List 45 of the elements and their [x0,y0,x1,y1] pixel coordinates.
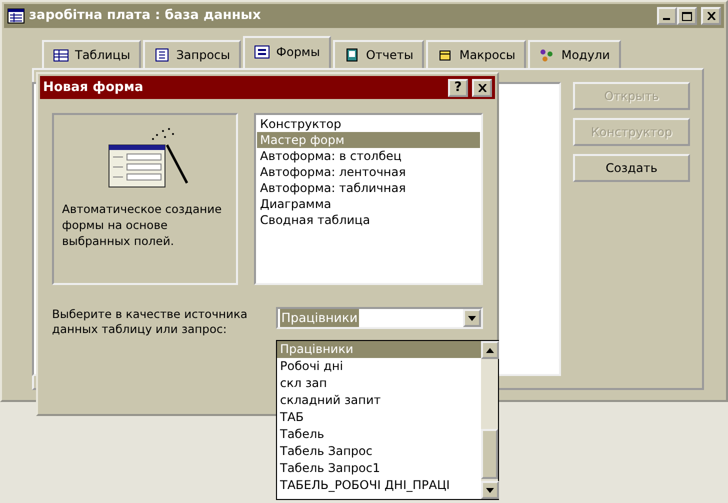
folder-icon [437,48,454,62]
minimize-button[interactable] [657,7,677,25]
database-icon [7,8,25,24]
source-label: Выберите в качестве источника данных таблицу или запрос: [52,307,248,337]
list-item[interactable]: Автоформа: ленточная [257,164,480,180]
dropdown-item[interactable]: складний запит [277,392,481,409]
tab[interactable]: Модули [528,40,621,68]
dropdown-item[interactable]: Табель Запрос1 [277,460,481,477]
dropdown-item[interactable]: ТАБ [277,409,481,426]
close-button[interactable] [701,7,721,25]
modules-icon [539,48,556,62]
form-icon [254,45,270,59]
tab[interactable]: Отчеты [332,40,424,68]
tab[interactable]: Макросы [426,40,526,68]
scroll-down-icon[interactable] [481,481,499,499]
tab[interactable]: Запросы [143,40,242,68]
scroll-thumb[interactable] [481,429,498,479]
close-icon [478,84,486,92]
close-icon [706,12,716,20]
close-button[interactable] [472,78,492,96]
action-button[interactable]: Создать [573,154,690,182]
maximize-icon [682,12,692,20]
window-title: заробітна плата : база данных [29,7,261,26]
dialog-title: Новая форма [43,78,144,97]
list-item[interactable]: Автоформа: табличная [257,180,480,196]
tab[interactable]: Таблицы [42,40,142,68]
list-item[interactable]: Автоформа: в столбец [257,148,480,164]
list-icon [154,48,170,62]
list-item[interactable]: Диаграмма [257,196,480,212]
list-item[interactable]: Конструктор [257,116,480,132]
form-type-list[interactable]: Конструктор Мастер форм Автоформа: в столбец Автоформа: ленточная Автоформа: табличная Диаграмма Сводная таблица [254,113,483,285]
combobox-value: Працівники [280,308,359,328]
grid-icon [53,48,69,62]
tab[interactable]: Формы [243,36,331,68]
maximize-button[interactable] [677,7,697,25]
dropdown-item[interactable]: Табель [277,426,481,443]
dropdown-item[interactable]: Робочі дні [277,358,481,375]
dropdown-item[interactable]: скл зап [277,375,481,392]
dropdown-item[interactable]: Табель Запрос [277,443,481,460]
list-item[interactable]: Сводная таблица [257,212,480,228]
description-text: Автоматическое создание формы на основе выбранных полей. [62,201,223,249]
scroll-up-icon[interactable] [481,341,499,359]
report-icon [344,48,360,62]
help-button[interactable]: ? [448,78,468,96]
dropdown-item[interactable]: ТАБЕЛЬ_РОБОЧІ ДНІ_ПРАЦІ [277,477,481,494]
